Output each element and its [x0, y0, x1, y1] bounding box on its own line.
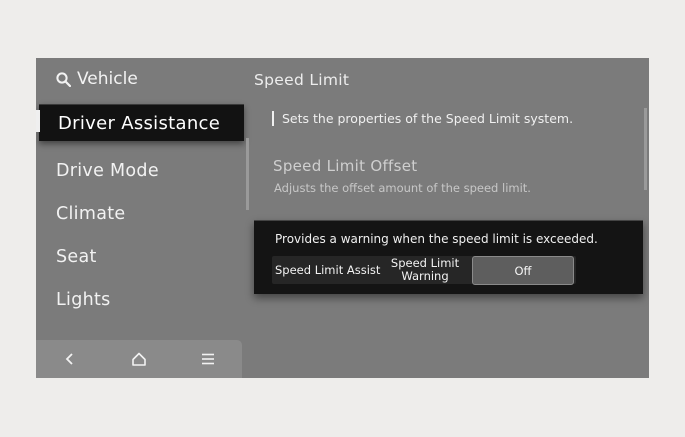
sidebar-item-label: Lights — [56, 290, 111, 310]
warning-option-selector: Speed Limit Assist Speed Limit Warning Of… — [272, 256, 576, 285]
home-icon — [132, 352, 146, 366]
page-description: Sets the properties of the Speed Limit s… — [272, 111, 573, 126]
sidebar-item-drive-mode[interactable]: Drive Mode — [56, 161, 159, 181]
sidebar-item-seat[interactable]: Seat — [56, 247, 97, 267]
menu-icon — [201, 353, 214, 365]
sidebar: Vehicle Driver Assistance Drive Mode Cli… — [36, 58, 249, 378]
speed-limit-offset-title[interactable]: Speed Limit Offset — [273, 157, 417, 175]
back-button[interactable] — [36, 340, 105, 378]
sidebar-item-driver-assistance[interactable]: Driver Assistance — [39, 104, 244, 141]
sidebar-item-label: Driver Assistance — [58, 112, 221, 134]
infotainment-screen: Vehicle Driver Assistance Drive Mode Cli… — [36, 58, 649, 378]
speed-limit-offset-subtitle: Adjusts the offset amount of the speed l… — [274, 181, 531, 195]
sidebar-item-label: Seat — [56, 247, 97, 267]
sidebar-item-lights[interactable]: Lights — [56, 290, 111, 310]
sidebar-item-climate[interactable]: Climate — [56, 204, 125, 224]
option-speed-limit-warning[interactable]: Speed Limit Warning — [390, 257, 460, 283]
content-scrollbar[interactable] — [644, 108, 647, 190]
sidebar-scrollbar[interactable] — [246, 138, 249, 210]
speed-limit-warning-panel: Provides a warning when the speed limit … — [254, 220, 643, 294]
description-bar — [272, 111, 274, 126]
option-speed-limit-assist[interactable]: Speed Limit Assist — [275, 256, 380, 284]
search-label: Vehicle — [77, 69, 138, 89]
page-title: Speed Limit — [254, 71, 350, 89]
option-off[interactable]: Off — [472, 256, 574, 285]
home-button[interactable] — [105, 340, 174, 378]
bottom-nav-bar — [36, 340, 242, 378]
active-indicator — [36, 110, 40, 132]
description-text: Sets the properties of the Speed Limit s… — [282, 111, 574, 126]
search-button[interactable]: Vehicle — [56, 68, 138, 90]
search-icon — [56, 71, 71, 87]
warning-description: Provides a warning when the speed limit … — [275, 232, 598, 246]
sidebar-item-label: Climate — [56, 204, 126, 224]
back-icon — [66, 353, 73, 365]
menu-button[interactable] — [173, 340, 242, 378]
sidebar-item-label: Drive Mode — [56, 161, 159, 181]
